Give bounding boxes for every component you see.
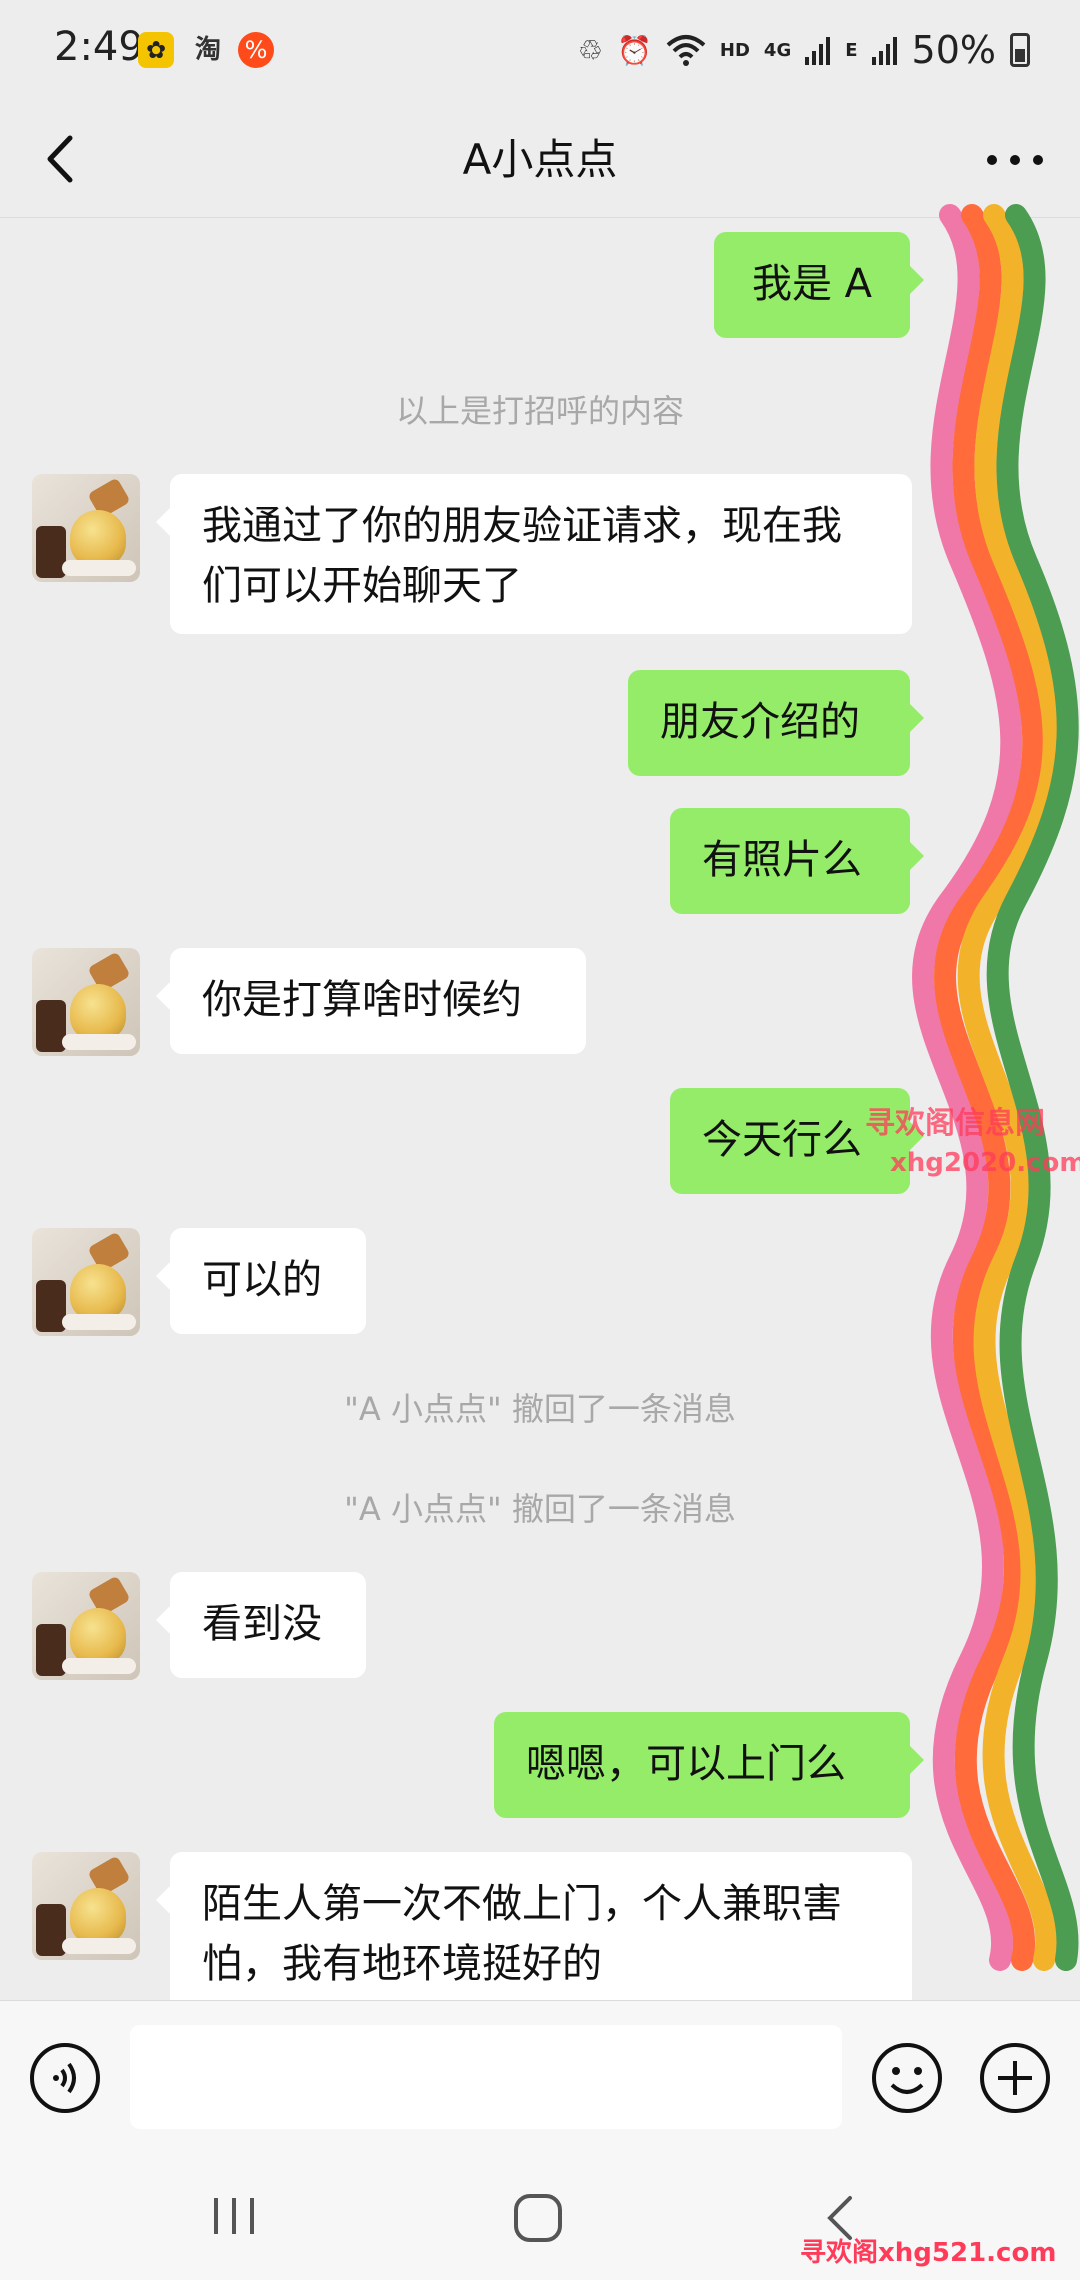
battery-percent: 50% [911, 28, 996, 72]
emoji-button[interactable] [870, 2041, 944, 2115]
status-bar: 2:49 ✿ 淘 % ♲ ⏰ HD 4G E 50% [0, 0, 1080, 100]
avatar-dessert [70, 510, 126, 566]
alarm-icon: ⏰ [617, 33, 652, 67]
chat-header: A小点点 [0, 100, 1080, 218]
vibrate-icon: ♲ [577, 33, 604, 67]
avatar-plate [62, 1658, 136, 1674]
plus-button[interactable] [978, 2041, 1052, 2115]
message-input[interactable] [130, 2025, 842, 2129]
system-message: 以上是打招呼的内容 [395, 392, 684, 430]
taobao-icon: 淘 [194, 35, 221, 65]
avatar[interactable] [32, 1852, 140, 1960]
status-indicators: ♲ ⏰ HD 4G E 50% [578, 26, 1030, 74]
avatar-plate [62, 1314, 136, 1330]
watermark-text: 寻欢阁信息网 [865, 1106, 1045, 1141]
avatar[interactable] [32, 1228, 140, 1336]
recents-icon[interactable] [210, 2194, 260, 2238]
chat-title: A小点点 [462, 135, 618, 184]
avatar-dessert [70, 1608, 126, 1664]
notification-badge-icon: % [238, 32, 274, 68]
avatar[interactable] [32, 1572, 140, 1680]
message-bubble-incoming[interactable]: 你是打算啥时候约 [156, 948, 586, 1054]
input-bar [0, 2000, 1080, 2150]
message-bubble-outgoing[interactable]: 嗯嗯，可以上门么 [494, 1712, 924, 1818]
message-bubble-incoming[interactable]: 可以的 [156, 1228, 366, 1334]
avatar-plate [62, 1034, 136, 1050]
system-message: "A 小点点" 撤回了一条消息 [344, 1490, 736, 1528]
status-time: 2:49 [54, 24, 144, 70]
e-indicator: E [845, 39, 858, 61]
message-bubble-outgoing[interactable]: 朋友介绍的 [628, 670, 924, 776]
message-bubble-incoming[interactable]: 陌生人第一次不做上门，个人兼职害怕，我有地环境挺好的 [156, 1852, 912, 2000]
hd-indicator: HD [719, 39, 750, 61]
more-dots-icon [987, 155, 1043, 165]
avatar[interactable] [32, 948, 140, 1056]
avatar-dessert [70, 1888, 126, 1944]
home-icon[interactable] [510, 2190, 566, 2246]
voice-button[interactable] [28, 2041, 102, 2115]
notification-app-icon: ✿ [138, 32, 174, 68]
watermark-url: xhg2020.com [890, 1148, 1080, 1178]
avatar-plate [62, 1938, 136, 1954]
avatar-dessert [70, 984, 126, 1040]
voice-icon [30, 2043, 100, 2113]
avatar[interactable] [32, 474, 140, 582]
battery-icon [1010, 33, 1030, 67]
avatar-dessert [70, 1264, 126, 1320]
message-bubble-incoming[interactable]: 看到没 [156, 1572, 366, 1678]
wifi-icon [666, 35, 706, 66]
watermark-bottom: 寻欢阁xhg521.com [800, 2238, 1057, 2268]
more-button[interactable] [980, 128, 1050, 188]
system-message: "A 小点点" 撤回了一条消息 [344, 1390, 736, 1428]
signal-icon [805, 37, 831, 65]
emoji-icon [872, 2043, 942, 2113]
message-bubble-outgoing[interactable]: 我是 A [714, 232, 924, 338]
4g-indicator: 4G [763, 39, 792, 61]
signal-icon-2 [871, 37, 897, 65]
avatar-plate [62, 560, 136, 576]
plus-icon [980, 2043, 1050, 2113]
message-bubble-incoming[interactable]: 我通过了你的朋友验证请求，现在我们可以开始聊天了 [156, 474, 912, 634]
message-bubble-outgoing[interactable]: 有照片么 [670, 808, 924, 914]
